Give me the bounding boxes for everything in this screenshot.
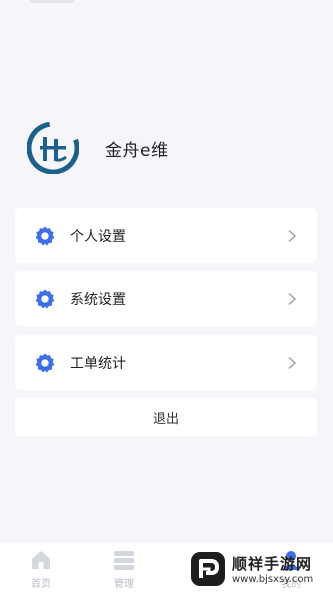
gear-icon	[35, 352, 55, 373]
logo-icon	[27, 122, 79, 174]
menu-item-label: 工单统计	[70, 355, 126, 372]
menu-item-label: 个人设置	[70, 228, 126, 245]
tab-label: 管理	[114, 579, 134, 590]
menu-item-system-settings[interactable]: 系统设置	[15, 271, 317, 326]
watermark-title: 顺祥手游网	[232, 554, 313, 573]
chevron-right-icon	[288, 292, 297, 305]
chevron-right-icon	[288, 356, 297, 369]
profile-header: 金舟e维	[27, 122, 168, 174]
watermark: 顺祥手游网 www.bjsxsy.com	[190, 544, 333, 593]
home-icon	[32, 551, 50, 569]
logout-button[interactable]: 退出	[15, 398, 317, 436]
tab-home[interactable]: 首页	[11, 548, 71, 590]
gear-icon	[35, 288, 55, 309]
tab-label: 首页	[31, 579, 51, 590]
gear-icon	[35, 225, 55, 246]
watermark-logo-icon	[191, 551, 225, 586]
tab-manage[interactable]: 管理	[94, 548, 154, 590]
app-name: 金舟e维	[105, 140, 169, 161]
list-icon	[114, 551, 134, 570]
menu-item-personal-settings[interactable]: 个人设置	[15, 208, 317, 263]
menu-item-work-order-stats[interactable]: 工单统计	[15, 335, 317, 390]
chevron-right-icon	[288, 229, 297, 242]
menu-item-label: 系统设置	[70, 291, 126, 308]
top-tab-indicator	[30, 0, 74, 3]
watermark-url: www.bjsxsy.com	[232, 573, 314, 585]
